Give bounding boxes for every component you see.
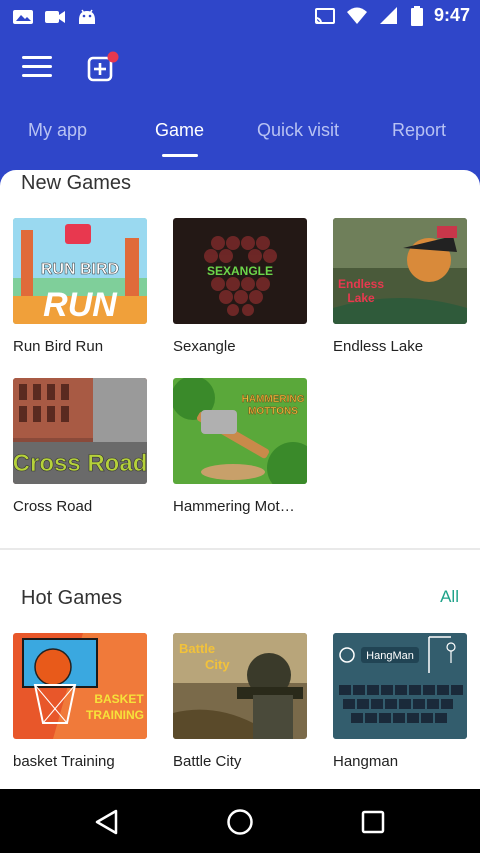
game-thumbnail-sexangle: SEXANGLE: [173, 218, 307, 324]
game-thumbnail-basket-training: BASKET TRAINING: [13, 633, 147, 739]
nav-recents-button[interactable]: [358, 807, 388, 837]
svg-text:HAMMERING: HAMMERING: [242, 394, 305, 405]
section-title-hot-games: Hot Games: [21, 587, 123, 609]
tab-quick-visit[interactable]: Quick visit: [257, 120, 339, 141]
all-hot-games-link[interactable]: All: [440, 587, 459, 607]
video-icon: [44, 7, 66, 27]
status-bar: 9:47: [0, 0, 480, 34]
game-name: Hangman: [333, 753, 399, 770]
nav-back-button[interactable]: [92, 807, 122, 837]
game-name: Battle City: [173, 753, 242, 770]
svg-text:MOTTONS: MOTTONS: [248, 406, 298, 417]
clock: 9:47: [433, 5, 470, 25]
game-thumbnail-battle-city: Battle City: [173, 633, 307, 739]
menu-button[interactable]: [22, 56, 52, 82]
game-card[interactable]: SEXANGLE Sexangle: [173, 218, 307, 355]
back-icon: [95, 809, 118, 835]
svg-text:RUN BIRD: RUN BIRD: [41, 261, 119, 278]
game-name: Sexangle: [173, 338, 236, 355]
tab-bar: My app Game Quick visit Report: [0, 114, 480, 164]
menu-icon-bar: [22, 65, 52, 68]
game-card[interactable]: BASKET TRAINING basket Training: [13, 633, 147, 770]
svg-text:RUN: RUN: [43, 286, 118, 324]
game-thumbnail-cross-road: Cross Road: [13, 378, 147, 484]
game-card[interactable]: HAMMERING MOTTONS Hammering Mot…: [173, 378, 307, 515]
svg-text:City: City: [205, 657, 230, 672]
status-left-icons: [12, 7, 98, 27]
svg-text:Battle: Battle: [179, 641, 215, 656]
tab-report[interactable]: Report: [392, 120, 446, 141]
section-divider: [0, 548, 480, 550]
game-name: Cross Road: [13, 498, 93, 515]
tab-indicator: [162, 154, 198, 157]
game-name: basket Training: [13, 753, 115, 770]
svg-text:Endless: Endless: [338, 277, 384, 291]
game-thumbnail-run-bird-run: RUN BIRD RUN: [13, 218, 147, 324]
home-icon: [227, 809, 253, 835]
recents-icon: [361, 810, 385, 834]
system-nav-bar: [0, 789, 480, 853]
status-right-icons: 9:47: [314, 5, 470, 26]
game-thumbnail-hangman: HangMan: [333, 633, 467, 739]
game-name: Hammering Mot…: [173, 498, 295, 515]
game-card[interactable]: Battle City Battle City: [173, 633, 307, 770]
game-name: Run Bird Run: [13, 338, 104, 355]
svg-text:BASKET: BASKET: [94, 692, 144, 706]
menu-icon-bar: [22, 74, 52, 77]
photo-icon: [12, 7, 34, 27]
add-notification-icon: [87, 51, 119, 82]
content-sheet[interactable]: New Games RUN BIRD RUN Run Bird Run SEXA…: [0, 170, 480, 789]
svg-text:TRAINING: TRAINING: [86, 708, 144, 722]
svg-text:HangMan: HangMan: [366, 650, 414, 662]
tab-game[interactable]: Game: [155, 120, 204, 141]
svg-text:Lake: Lake: [347, 291, 375, 305]
game-card[interactable]: RUN BIRD RUN Run Bird Run: [13, 218, 147, 355]
signal-icon: [378, 6, 400, 26]
wifi-icon: [346, 6, 368, 26]
game-card[interactable]: HangMan Hangman: [333, 633, 467, 770]
app-bar: My app Game Quick visit Report: [0, 34, 480, 170]
game-card[interactable]: Cross Road Cross Road: [13, 378, 147, 515]
tab-my-app[interactable]: My app: [28, 120, 87, 141]
android-icon: [76, 7, 98, 27]
section-title-new-games: New Games: [21, 172, 132, 194]
game-thumbnail-endless-lake: Endless Lake: [333, 218, 467, 324]
battery-icon: [410, 5, 424, 26]
game-card[interactable]: Endless Lake Endless Lake: [333, 218, 467, 355]
svg-text:SEXANGLE: SEXANGLE: [207, 264, 273, 278]
cast-icon: [314, 6, 336, 26]
game-name: Endless Lake: [333, 338, 424, 355]
menu-icon-bar: [22, 56, 52, 59]
add-app-button[interactable]: [86, 50, 122, 86]
game-thumbnail-hammering-mottons: HAMMERING MOTTONS: [173, 378, 307, 484]
nav-home-button[interactable]: [225, 807, 255, 837]
svg-text:Cross Road: Cross Road: [13, 450, 147, 477]
